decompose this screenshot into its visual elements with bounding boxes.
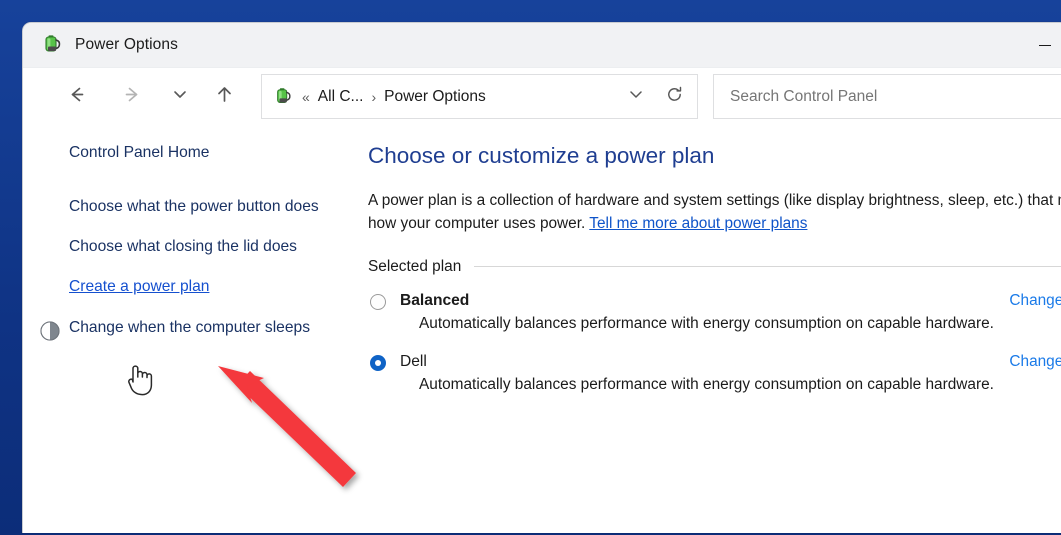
arrow-left-icon [66, 84, 87, 110]
power-plug-battery-icon [274, 87, 294, 107]
minimize-icon [1039, 45, 1051, 46]
group-divider [474, 266, 1061, 267]
selected-plan-label: Selected plan [368, 258, 461, 276]
plan-row-balanced[interactable]: Balanced Change plan settings Automatica… [368, 292, 1061, 333]
breadcrumb-separator: › [371, 89, 376, 105]
tell-me-more-link[interactable]: Tell me more about power plans [589, 215, 807, 232]
page-title: Choose or customize a power plan [368, 143, 1061, 169]
plan-header-dell: Dell Change plan settings [400, 353, 1061, 371]
plan-name-balanced: Balanced [400, 292, 469, 310]
search-input[interactable] [728, 87, 1061, 107]
minimize-button[interactable] [1021, 23, 1061, 67]
shield-sphere-icon [39, 320, 61, 342]
selected-plan-group: Selected plan Balanced Change plan setti… [368, 258, 1061, 394]
arrow-up-icon [214, 84, 235, 110]
chevron-down-icon [627, 85, 645, 108]
up-button[interactable] [207, 80, 241, 114]
address-dropdown-button[interactable] [621, 85, 651, 108]
breadcrumb-item-all-control-panel-items[interactable]: All C... [318, 88, 364, 106]
forward-button[interactable] [115, 80, 149, 114]
window-body: Control Panel Home Choose what the power… [23, 125, 1061, 533]
refresh-button[interactable] [657, 85, 691, 109]
main-content: Choose or customize a power plan A power… [361, 125, 1061, 533]
sidebar-item-create-a-power-plan[interactable]: Create a power plan [23, 276, 361, 298]
plan-description-balanced: Automatically balances performance with … [419, 315, 1061, 333]
sidebar-item-closing-lid-does[interactable]: Choose what closing the lid does [23, 236, 361, 258]
radio-dell[interactable] [370, 355, 386, 371]
sidebar: Control Panel Home Choose what the power… [23, 125, 361, 533]
navigation-toolbar: « All C... › Power Options [23, 68, 1061, 125]
window-titlebar: Power Options [23, 23, 1061, 68]
recent-locations-button[interactable] [167, 80, 193, 114]
sidebar-item-computer-sleeps-wrapper: Change when the computer sleeps [23, 317, 361, 339]
sidebar-item-change-when-computer-sleeps[interactable]: Change when the computer sleeps [23, 317, 361, 339]
radio-balanced[interactable] [370, 294, 386, 310]
chevron-down-icon [171, 85, 189, 108]
power-options-window: Power Options [22, 22, 1061, 533]
change-plan-settings-dell[interactable]: Change plan settings [1009, 353, 1061, 371]
refresh-icon [665, 85, 684, 109]
plan-header-balanced: Balanced Change plan settings [400, 292, 1061, 310]
breadcrumb-item-power-options[interactable]: Power Options [384, 88, 486, 106]
plan-description-dell: Automatically balances performance with … [419, 376, 1061, 394]
address-bar[interactable]: « All C... › Power Options [261, 74, 698, 119]
arrow-right-icon [122, 84, 143, 110]
back-button[interactable] [59, 80, 93, 114]
selected-plan-group-header: Selected plan [368, 258, 1061, 276]
plan-name-dell: Dell [400, 353, 427, 371]
plan-row-dell[interactable]: Dell Change plan settings Automatically … [368, 353, 1061, 394]
change-plan-settings-balanced[interactable]: Change plan settings [1009, 292, 1061, 310]
breadcrumb-overflow[interactable]: « [302, 89, 310, 105]
sidebar-item-power-button-does[interactable]: Choose what the power button does [23, 196, 361, 218]
sidebar-item-control-panel-home[interactable]: Control Panel Home [23, 142, 361, 164]
search-control-panel-box[interactable] [713, 74, 1061, 119]
window-title: Power Options [75, 36, 178, 54]
intro-paragraph: A power plan is a collection of hardware… [368, 189, 1061, 236]
power-plug-battery-icon [42, 34, 64, 56]
window-caption-buttons [1021, 23, 1061, 67]
